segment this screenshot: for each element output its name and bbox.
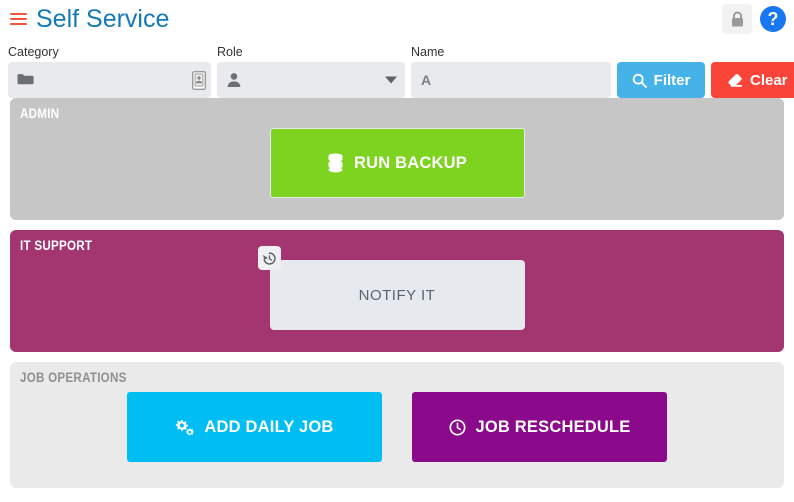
category-input[interactable] [8,62,211,98]
run-backup-label: RUN BACKUP [354,153,467,172]
notify-it-label: NOTIFY IT [358,286,436,304]
section-admin-title: ADMIN [20,106,60,121]
history-icon [262,251,277,266]
help-button[interactable]: ? [760,6,786,32]
role-select[interactable] [217,62,405,98]
section-admin: ADMIN RUN BACKUP [10,98,784,220]
role-label: Role [217,45,243,59]
top-bar-actions: ? [722,4,786,34]
section-job-operations-buttons: ADD DAILY JOB JOB RESCHEDULE [20,392,774,462]
name-field-group: Name A [411,45,611,98]
database-icon [327,153,344,173]
name-input[interactable]: A [411,62,611,98]
category-field-group: Category [8,45,211,98]
filter-bar: Category Role Name A Filter Clear [0,40,794,98]
user-icon [225,71,243,89]
section-job-operations-title: JOB OPERATIONS [20,370,127,385]
section-job-operations: JOB OPERATIONS ADD DAILY JOB JOB RESCHED… [10,362,784,488]
job-reschedule-button[interactable]: JOB RESCHEDULE [412,392,667,462]
hamburger-icon[interactable] [10,12,27,27]
section-it-support: IT SUPPORT NOTIFY IT [10,230,784,352]
lock-button[interactable] [722,4,752,34]
category-label: Category [8,45,59,59]
section-it-support-buttons: NOTIFY IT [20,246,774,330]
page-title: Self Service [36,5,170,33]
notify-it-button[interactable]: NOTIFY IT [257,246,525,330]
filter-button[interactable]: Filter [617,62,705,98]
name-value: A [421,72,432,88]
add-daily-job-label: ADD DAILY JOB [204,417,334,436]
folder-icon [16,71,34,89]
job-reschedule-label: JOB RESCHEDULE [475,417,631,436]
lock-icon [730,11,745,28]
filter-button-label: Filter [653,71,691,89]
name-label: Name [411,45,445,59]
section-it-support-title: IT SUPPORT [20,238,93,253]
history-button[interactable] [257,246,281,270]
add-daily-job-button[interactable]: ADD DAILY JOB [127,392,382,462]
clock-icon [448,418,466,436]
clear-button-label: Clear [750,71,788,89]
role-field-group: Role [217,45,405,98]
brand: Self Service [10,0,784,33]
address-card-icon[interactable] [191,70,206,90]
run-backup-button[interactable]: RUN BACKUP [269,128,525,198]
search-icon [632,73,647,88]
eraser-icon [726,73,743,88]
chevron-down-icon[interactable] [385,76,397,84]
section-admin-buttons: RUN BACKUP [20,128,774,198]
clear-button[interactable]: Clear [711,62,794,98]
help-circle-icon: ? [767,9,779,29]
cogs-icon [175,419,195,436]
top-bar: Self Service ? [0,0,794,40]
